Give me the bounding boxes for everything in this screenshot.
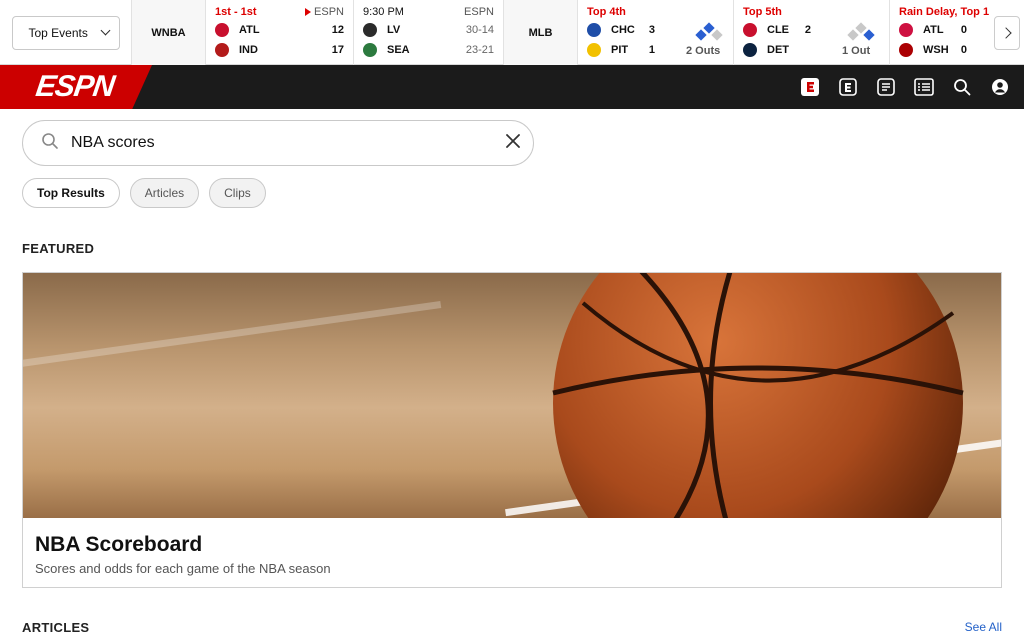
team-logo-icon (587, 23, 601, 37)
game-card[interactable]: Rain Delay, Top 1 ATL 0 WSH 0 (890, 0, 1010, 65)
team-row: ATL 12 (215, 20, 344, 40)
team-abbr: IND (239, 44, 258, 56)
search-icon[interactable] (952, 74, 972, 100)
team-abbr: CHC (611, 24, 635, 36)
team-abbr: ATL (239, 24, 260, 36)
search-filters: Top Results Articles Clips (22, 178, 266, 208)
espn-fantasy-icon[interactable] (876, 74, 896, 100)
game-status: 1st - 1st (215, 6, 257, 18)
navbar: ESPN (0, 65, 1024, 109)
team-row: LV 30-14 (363, 20, 494, 40)
search-input[interactable] (59, 130, 505, 156)
game-network: ESPN (464, 6, 494, 18)
team-row: CHC 3 (587, 20, 655, 40)
scorestrip: Top Events WNBA 1st - 1st ESPN ATL 12 IN… (0, 0, 1024, 65)
team-abbr: SEA (387, 44, 410, 56)
game-card[interactable]: 9:30 PM ESPN LV 30-14 SEA 23-21 (354, 0, 504, 65)
game-card[interactable]: Top 4th CHC 3 PIT 1 2 Outs (578, 0, 734, 65)
team-logo-icon (743, 43, 757, 57)
featured-card[interactable]: NBA Scoreboard Scores and odds for each … (22, 272, 1002, 588)
card-title: NBA Scoreboard (35, 533, 203, 556)
featured-heading: FEATURED (22, 241, 95, 256)
game-time: 9:30 PM (363, 6, 404, 18)
team-logo-icon (215, 23, 229, 37)
game-status: Top 5th (743, 6, 782, 18)
team-logo-icon (743, 23, 757, 37)
card-subtitle: Scores and odds for each game of the NBA… (35, 561, 331, 576)
team-score: 3 (648, 24, 655, 36)
game-status: Top 4th (587, 6, 626, 18)
team-logo-icon (215, 43, 229, 57)
league-mlb[interactable]: MLB (504, 0, 578, 65)
search-icon (41, 132, 59, 155)
espn-bet-icon[interactable] (838, 74, 858, 100)
team-abbr: CLE (767, 24, 789, 36)
see-all-link[interactable]: See All (965, 620, 1002, 634)
team-logo-icon (899, 23, 913, 37)
clear-search-button[interactable] (505, 133, 521, 154)
team-score: 1 (648, 44, 655, 56)
articles-heading: ARTICLES (22, 620, 90, 635)
scorestrip-next-button[interactable] (994, 16, 1020, 50)
team-record: 23-21 (465, 44, 494, 56)
nav-icons (800, 74, 1010, 100)
bases-diamond-icon (847, 22, 875, 42)
espn-plus-icon[interactable] (800, 74, 820, 100)
league-wnba[interactable]: WNBA (132, 0, 206, 65)
team-score: 17 (331, 44, 344, 56)
outs-count: 2 Outs (686, 45, 721, 57)
profile-icon[interactable] (990, 74, 1010, 100)
play-icon (305, 8, 312, 16)
espn-logo[interactable]: ESPN (0, 65, 152, 109)
team-score: 0 (960, 44, 967, 56)
team-score: 0 (960, 24, 967, 36)
filter-top-results[interactable]: Top Results (22, 178, 120, 208)
team-abbr: LV (387, 24, 401, 36)
events-cell: Top Events (0, 0, 132, 65)
team-row: SEA 23-21 (363, 40, 494, 60)
team-logo-icon (363, 23, 377, 37)
chevron-down-icon (100, 25, 110, 36)
game-status: Rain Delay, Top 1 (899, 6, 990, 18)
team-logo-icon (587, 43, 601, 57)
top-events-dropdown[interactable]: Top Events (11, 15, 120, 50)
team-row: CLE 2 (743, 20, 811, 40)
outs-count: 1 Out (842, 45, 871, 57)
game-network: ESPN (314, 6, 344, 18)
filter-articles[interactable]: Articles (129, 178, 200, 208)
bases-diamond-icon (695, 22, 723, 42)
team-row: IND 17 (215, 40, 344, 60)
brand-wordmark: ESPN (33, 70, 117, 103)
team-logo-icon (899, 43, 913, 57)
team-record: 30-14 (465, 24, 494, 36)
team-score: 2 (804, 24, 811, 36)
team-abbr: ATL (923, 24, 944, 36)
basketball-image (23, 273, 1001, 518)
chevron-right-icon (999, 27, 1012, 39)
team-score: 12 (331, 24, 344, 36)
filter-clips[interactable]: Clips (209, 178, 266, 208)
team-abbr: PIT (611, 44, 629, 56)
team-abbr: DET (767, 44, 789, 56)
team-row: ATL 0 (899, 20, 967, 40)
scores-list-icon[interactable] (914, 74, 934, 100)
search-bar (22, 120, 534, 166)
events-select-label: Top Events (28, 25, 88, 40)
team-row: DET (743, 40, 811, 60)
team-abbr: WSH (923, 44, 949, 56)
team-row: WSH 0 (899, 40, 967, 60)
game-card[interactable]: Top 5th CLE 2 DET 1 Out (734, 0, 890, 65)
team-logo-icon (363, 43, 377, 57)
team-row: PIT 1 (587, 40, 655, 60)
game-card[interactable]: 1st - 1st ESPN ATL 12 IND 17 (206, 0, 354, 65)
